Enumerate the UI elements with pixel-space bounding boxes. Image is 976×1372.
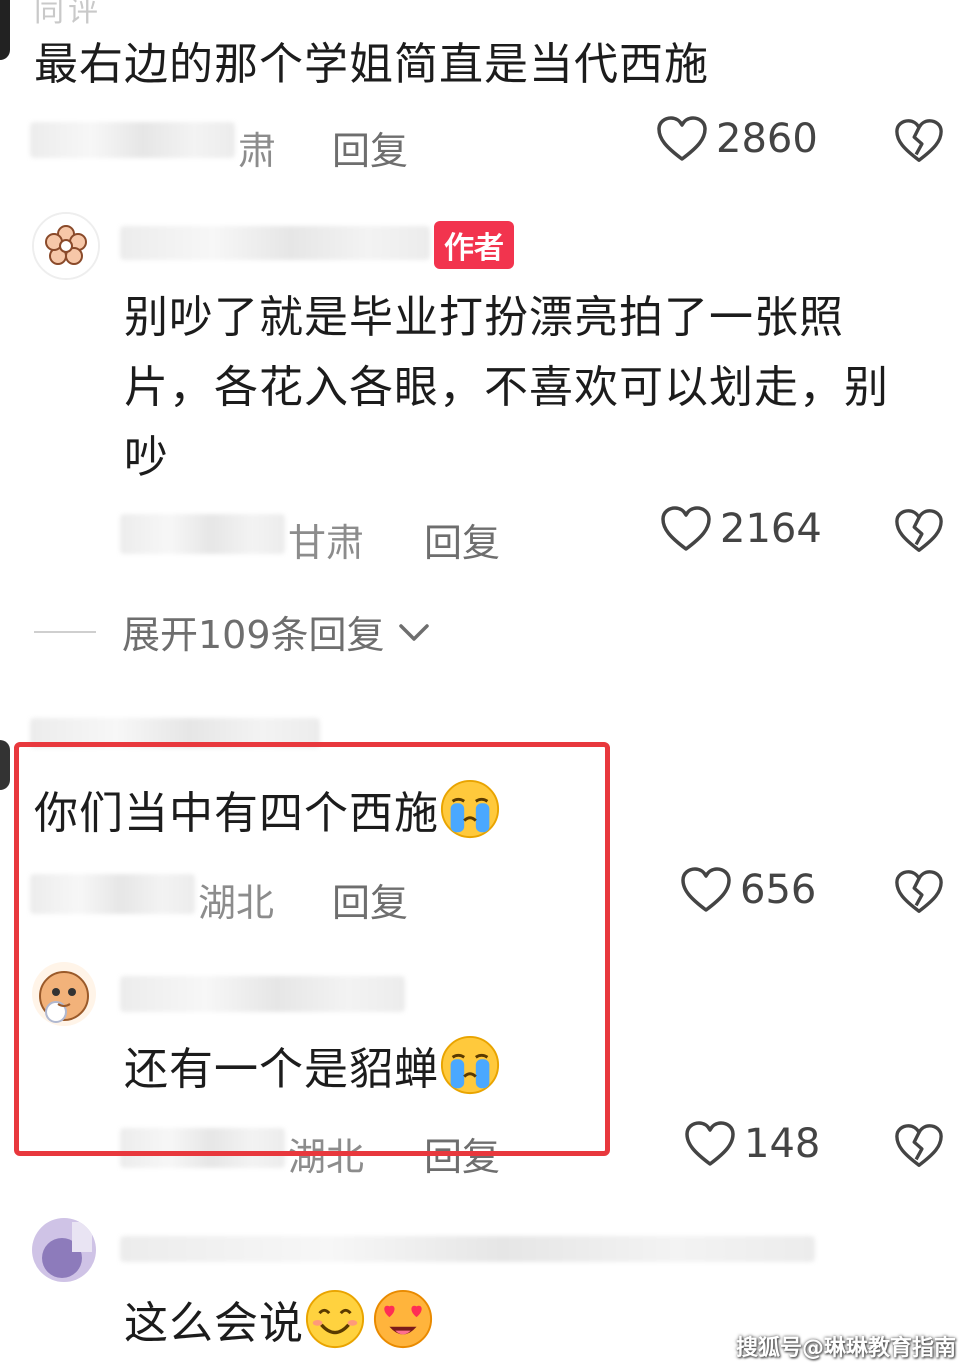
avatar-edge — [0, 740, 10, 790]
flower-avatar-icon — [34, 214, 98, 278]
broken-heart-icon — [894, 507, 944, 555]
comment-text-line: 别吵了就是毕业打扮漂亮拍了一张照 — [124, 292, 844, 343]
reply-button[interactable]: 回复 — [332, 120, 408, 175]
avatar-edge — [0, 0, 10, 60]
avatar[interactable] — [32, 212, 100, 280]
dislike-button[interactable] — [894, 507, 944, 559]
dislike-button[interactable] — [894, 1122, 944, 1174]
heart-outline-icon — [660, 505, 712, 553]
blurred-username — [120, 1236, 815, 1262]
smile-emoji — [304, 1288, 366, 1350]
expand-replies-button[interactable]: 展开109条回复 — [34, 604, 431, 659]
like-count: 656 — [740, 867, 817, 913]
reply-button[interactable]: 回复 — [424, 512, 500, 567]
avatar[interactable] — [32, 1218, 96, 1282]
author-badge: 作者 — [434, 221, 514, 269]
location-text: 甘肃 — [288, 521, 365, 565]
like-button[interactable]: 2164 — [660, 505, 822, 553]
expand-replies-label: 展开109条回复 — [122, 613, 385, 657]
like-button[interactable]: 656 — [680, 866, 816, 914]
like-button[interactable]: 148 — [684, 1120, 820, 1168]
blurred-username — [30, 122, 235, 158]
comment-text: 最右边的那个学姐简直是当代西施 — [34, 39, 709, 90]
chevron-down-icon — [398, 623, 429, 641]
broken-heart-icon — [894, 868, 944, 916]
divider — [34, 630, 96, 633]
comment-text-row: 这么会说 — [124, 1288, 434, 1359]
location-text: 肃 — [238, 129, 277, 173]
like-count: 148 — [744, 1121, 821, 1167]
heart-outline-icon — [656, 115, 708, 163]
dislike-button[interactable] — [894, 868, 944, 920]
comment-text: 这么会说 — [124, 1298, 304, 1349]
broken-heart-icon — [894, 1122, 944, 1170]
heart-outline-icon — [680, 866, 732, 914]
faded-header-text: 同评 — [34, 0, 102, 29]
dislike-button[interactable] — [894, 117, 944, 169]
highlight-box — [14, 742, 610, 1156]
watermark: 搜狐号@琳琳教育指南 — [735, 1336, 956, 1361]
broken-heart-icon — [894, 117, 944, 165]
heart-eyes-emoji — [372, 1288, 434, 1350]
comment-text-line: 吵 — [124, 432, 169, 483]
blurred-username — [120, 514, 285, 554]
blurred-username — [120, 226, 430, 260]
like-count: 2164 — [720, 506, 822, 552]
purple-avatar-icon — [32, 1218, 96, 1282]
heart-outline-icon — [684, 1120, 736, 1168]
comment-text-line: 片，各花入各眼，不喜欢可以划走，别 — [124, 362, 889, 413]
like-button[interactable]: 2860 — [656, 115, 818, 163]
like-count: 2860 — [716, 116, 818, 162]
